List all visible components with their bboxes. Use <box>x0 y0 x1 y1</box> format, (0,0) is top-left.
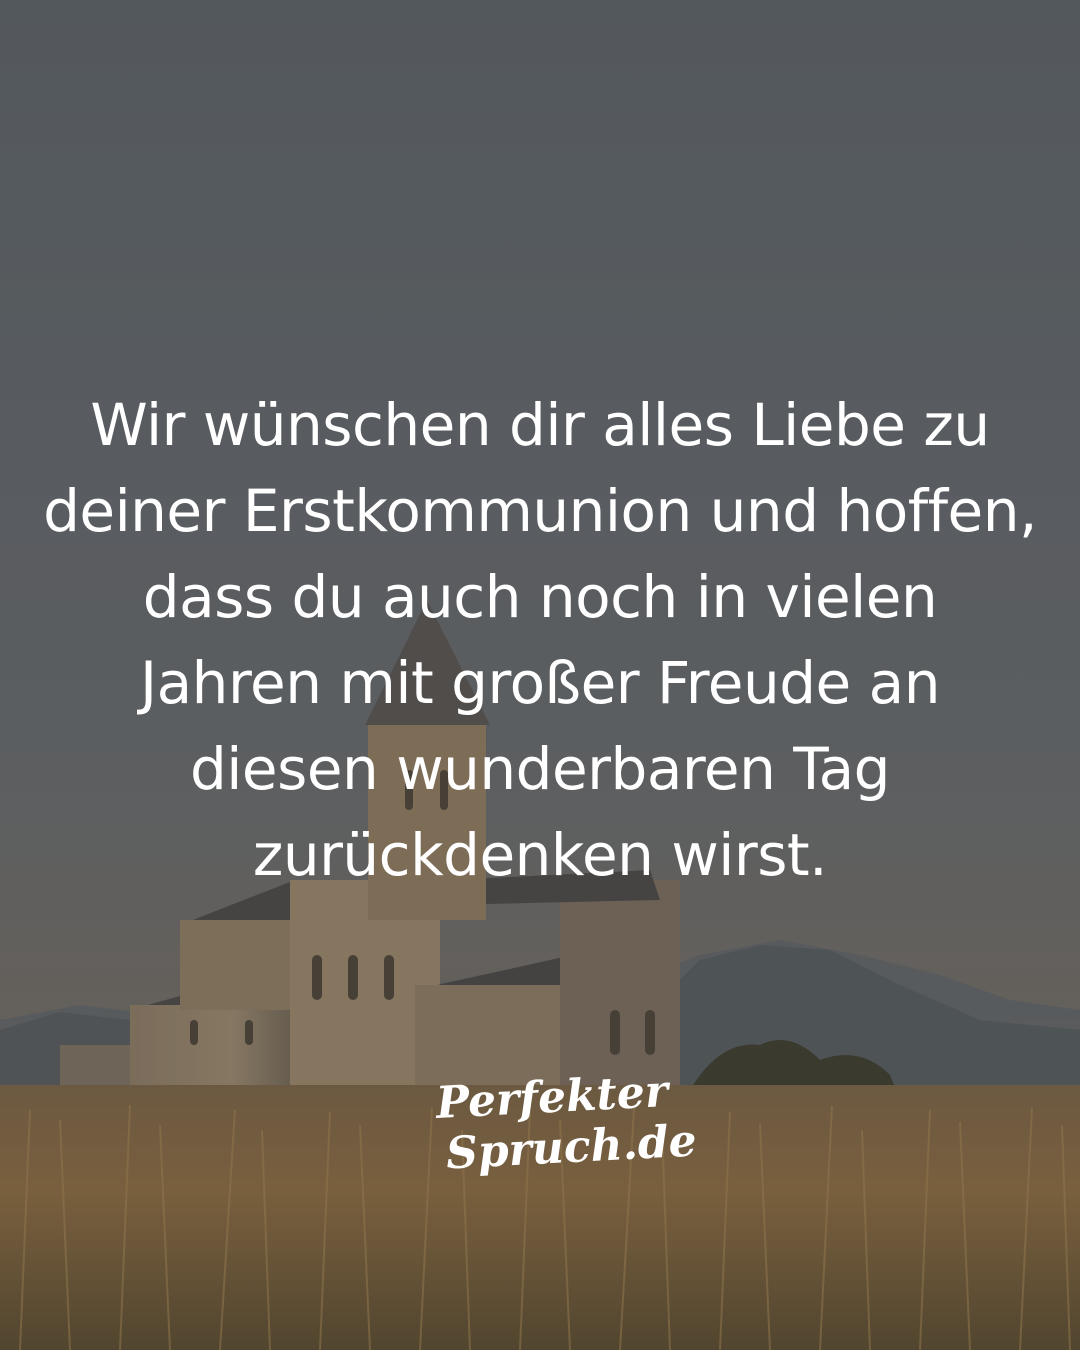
quote-line: zurückdenken wirst. <box>252 821 828 889</box>
quote-line: diesen wunderbaren Tag <box>189 735 891 803</box>
quote-text: Wir wünschen dir alles Liebe zu deiner E… <box>40 382 1040 898</box>
quote-line: Wir wünschen dir alles Liebe zu <box>90 391 990 459</box>
quote-line: deiner Erstkommunion und hoffen, <box>43 477 1037 545</box>
quote-line: dass du auch noch in vielen <box>142 563 938 631</box>
quote-image: Wir wünschen dir alles Liebe zu deiner E… <box>0 0 1080 1350</box>
quote-line: Jahren mit großer Freude an <box>140 649 940 717</box>
brand-logo: Perfekter Spruch.de <box>430 1066 698 1190</box>
